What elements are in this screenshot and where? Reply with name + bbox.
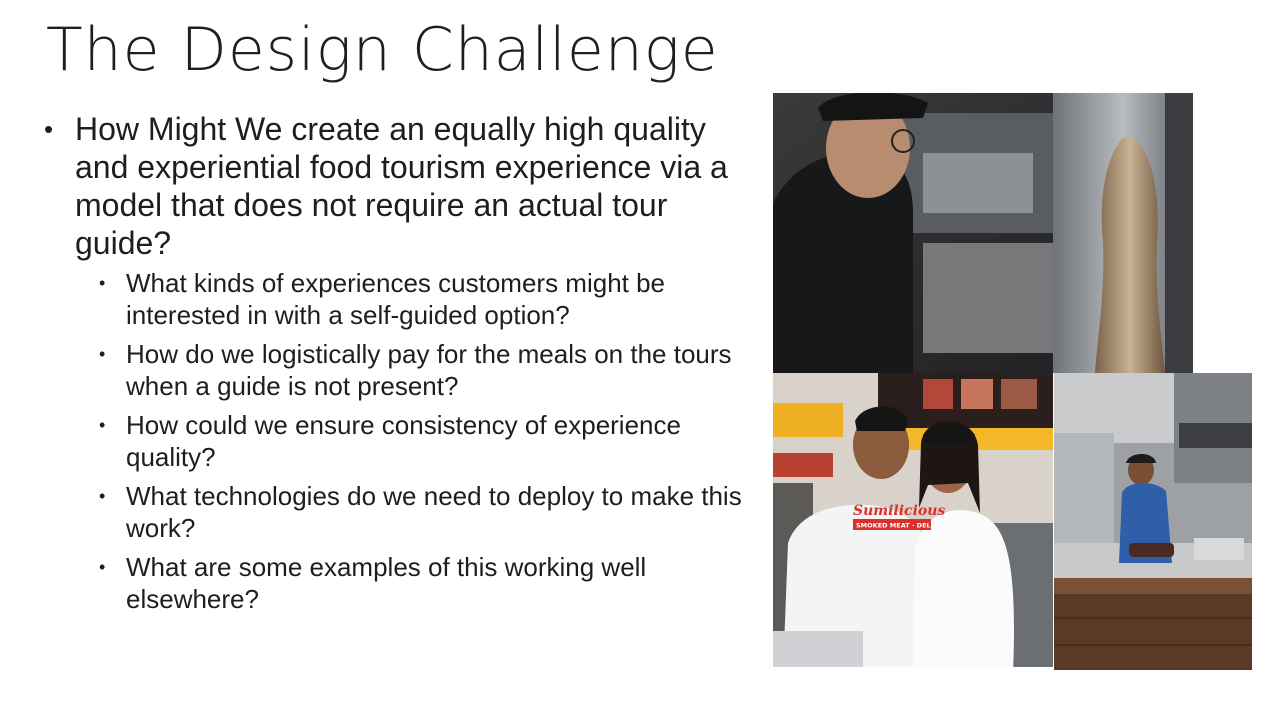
bullet-dot: •: [99, 486, 106, 506]
sub-bullet: • How could we ensure consistency of exp…: [96, 410, 744, 473]
bullet-dot: •: [99, 557, 106, 577]
bullet-dot: •: [99, 344, 106, 364]
sub-bullet-text: How could we ensure consistency of exper…: [126, 410, 681, 472]
sub-bullet: • How do we logistically pay for the mea…: [96, 339, 744, 402]
sub-bullet: • What kinds of experiences customers mi…: [96, 268, 744, 331]
sub-bullet: • What technologies do we need to deploy…: [96, 481, 744, 544]
shirt-logo: Sumilicious: [853, 503, 945, 519]
bullet-dot: •: [44, 114, 54, 144]
sub-bullet-text: What are some examples of this working w…: [126, 552, 647, 614]
sub-bullet-text: What technologies do we need to deploy t…: [126, 481, 742, 543]
main-bullet: • How Might We create an equally high qu…: [44, 110, 744, 262]
sub-bullet-text: How do we logistically pay for the meals…: [126, 339, 732, 401]
sub-bullet-list: • What kinds of experiences customers mi…: [96, 268, 744, 615]
sub-bullet-text: What kinds of experiences customers migh…: [126, 268, 666, 330]
bullet-dot: •: [99, 415, 106, 435]
shirt-tagline: SMOKED MEAT · DELI: [856, 522, 933, 530]
bullet-list: • How Might We create an equally high qu…: [44, 110, 744, 623]
main-bullet-text: How Might We create an equally high qual…: [75, 111, 728, 261]
kitchen-worker-photo: [1054, 373, 1252, 670]
chef-shawarma-photo: [773, 93, 1193, 373]
slide-title: The Design Challenge: [46, 15, 719, 85]
bullet-dot: •: [99, 273, 106, 293]
sub-bullet: • What are some examples of this working…: [96, 552, 744, 615]
deli-owners-photo: Sumilicious SMOKED MEAT · DELI: [773, 373, 1053, 667]
